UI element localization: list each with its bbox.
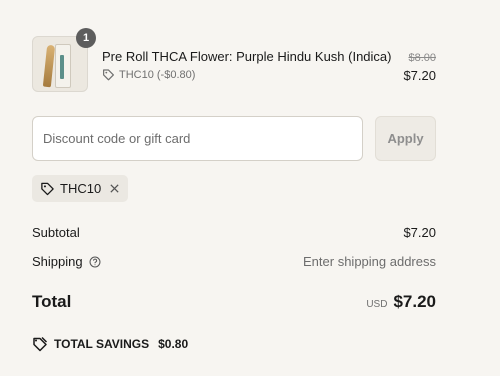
- savings-label: TOTAL SAVINGS: [54, 337, 150, 351]
- product-title: Pre Roll THCA Flower: Purple Hindu Kush …: [102, 49, 392, 64]
- subtotal-value: $7.20: [403, 225, 436, 240]
- shipping-label: Shipping: [32, 254, 83, 269]
- total-amount: USD $7.20: [366, 292, 436, 312]
- tag-icon: [102, 68, 115, 81]
- original-price: $8.00: [408, 52, 436, 64]
- tag-icon: [40, 181, 55, 196]
- total-value: $7.20: [393, 292, 436, 311]
- line-item-price: $7.20: [403, 68, 436, 83]
- currency-code: USD: [366, 299, 388, 310]
- line-item-discount-text: THC10 (-$0.80): [119, 68, 196, 81]
- quantity-badge: 1: [76, 28, 96, 48]
- savings-tag-icon: [32, 336, 48, 352]
- line-item: 1 Pre Roll THCA Flower: Purple Hindu Kus…: [32, 28, 436, 94]
- applied-discount-tag: THC10: [32, 175, 129, 202]
- applied-discount-code: THC10: [60, 181, 102, 196]
- total-label: Total: [32, 292, 72, 311]
- help-icon[interactable]: [89, 256, 101, 268]
- subtotal-label: Subtotal: [32, 225, 80, 240]
- product-box: [55, 44, 71, 88]
- shipping-label-row: Shipping: [32, 254, 101, 269]
- shipping-value: Enter shipping address: [303, 254, 436, 269]
- discount-code-input[interactable]: [32, 116, 363, 161]
- savings-value: $0.80: [158, 337, 189, 351]
- total-savings: TOTAL SAVINGS $0.80: [32, 336, 188, 352]
- pre-roll-cone: [42, 44, 56, 88]
- apply-button[interactable]: Apply: [375, 116, 436, 161]
- line-item-discount: THC10 (-$0.80): [102, 68, 195, 81]
- close-icon[interactable]: [109, 183, 120, 194]
